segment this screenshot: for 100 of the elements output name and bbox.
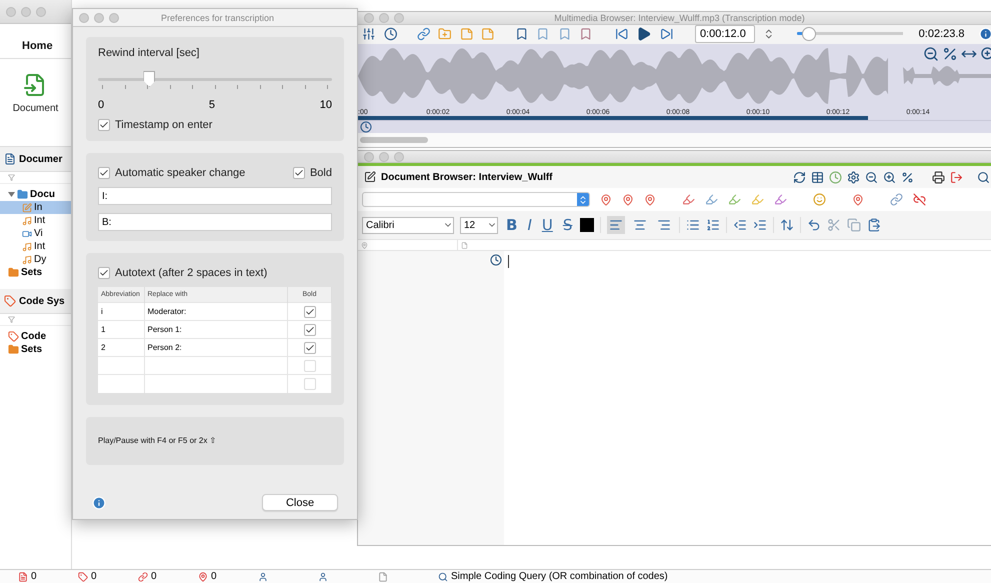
info-icon[interactable] xyxy=(92,496,106,510)
filter-icon[interactable] xyxy=(8,174,15,181)
zoom-in-icon[interactable] xyxy=(980,46,991,62)
indent-icon[interactable] xyxy=(753,218,768,232)
percent-icon[interactable] xyxy=(942,46,958,62)
filter-icon[interactable] xyxy=(8,316,15,323)
link-icon[interactable] xyxy=(416,27,430,42)
clock-icon[interactable] xyxy=(384,27,398,42)
rewind-slider[interactable] xyxy=(98,71,332,91)
tree-item[interactable]: Int xyxy=(0,214,71,227)
folder-icon xyxy=(8,267,19,278)
format-button[interactable]: S xyxy=(560,216,574,234)
tree-item[interactable]: Sets xyxy=(0,343,71,356)
bold-checkbox[interactable] xyxy=(304,360,316,372)
sliders-icon[interactable] xyxy=(362,27,376,42)
tree-item[interactable]: In xyxy=(0,201,71,214)
code-tag-icon xyxy=(4,295,16,307)
font-dropdown[interactable]: Calibri xyxy=(362,216,454,234)
printer-icon[interactable] xyxy=(932,170,945,184)
speaker-field[interactable]: I: xyxy=(98,187,332,205)
checkmark-icon xyxy=(99,120,109,130)
skip-forward-icon[interactable] xyxy=(660,27,674,42)
settings-icon[interactable] xyxy=(847,170,860,184)
bookmark-icon[interactable] xyxy=(514,27,528,42)
tree-item[interactable]: Sets xyxy=(0,266,71,279)
pin-icon[interactable] xyxy=(600,194,612,206)
tree-label: Vi xyxy=(34,228,43,239)
tree-label: Code xyxy=(21,331,46,342)
play-icon[interactable] xyxy=(636,26,652,42)
tree-item[interactable]: Vi xyxy=(0,227,71,240)
autotext-checkbox[interactable]: Autotext (after 2 spaces in text) xyxy=(98,267,332,279)
search-icon[interactable] xyxy=(977,170,990,184)
bullet-list-icon[interactable] xyxy=(686,218,700,232)
pin-icon[interactable] xyxy=(198,572,208,582)
search-icon[interactable] xyxy=(438,572,448,582)
timestamp-checkbox[interactable]: Timestamp on enter xyxy=(98,119,332,131)
expand-triangle-icon[interactable] xyxy=(8,191,15,198)
unlink-icon[interactable] xyxy=(913,193,926,206)
percent-icon[interactable] xyxy=(901,170,914,184)
zoom-out-icon[interactable] xyxy=(865,170,878,184)
highlighter-icon[interactable] xyxy=(682,193,695,206)
table-cell: 1 xyxy=(101,325,106,334)
undo-icon[interactable] xyxy=(807,218,822,232)
info-icon[interactable] xyxy=(978,27,991,42)
bold-checkbox[interactable] xyxy=(304,306,316,318)
format-button[interactable]: I xyxy=(525,216,534,234)
clock-icon[interactable] xyxy=(490,254,502,266)
tree-item[interactable]: Int xyxy=(0,240,71,253)
tree-label: Int xyxy=(34,241,46,252)
refresh-icon[interactable] xyxy=(793,170,806,184)
exit-icon[interactable] xyxy=(950,170,963,184)
numbered-list-icon[interactable] xyxy=(706,218,720,232)
highlighter-icon[interactable] xyxy=(774,193,787,206)
format-button[interactable]: U xyxy=(540,216,555,234)
query-label[interactable]: Simple Coding Query (OR combination of codes) xyxy=(451,571,668,582)
tree-item[interactable]: Docu xyxy=(0,188,71,201)
document-icon[interactable] xyxy=(18,572,28,582)
smiley-icon[interactable] xyxy=(813,193,826,206)
link-icon[interactable] xyxy=(890,193,903,206)
clock-icon[interactable] xyxy=(360,120,372,133)
outdent-icon[interactable] xyxy=(733,218,748,232)
bold-checkbox[interactable] xyxy=(304,342,316,354)
bold-checkbox[interactable]: Bold xyxy=(292,167,332,179)
highlighter-icon[interactable] xyxy=(705,193,718,206)
speaker-field[interactable]: B: xyxy=(98,213,332,231)
paste-icon[interactable] xyxy=(867,218,882,232)
skip-back-icon[interactable] xyxy=(614,27,628,42)
scrollbar-thumb[interactable] xyxy=(360,136,428,143)
format-button[interactable]: B xyxy=(504,216,520,234)
time-field[interactable]: 0:00:12.0 xyxy=(694,25,756,44)
pin-icon[interactable] xyxy=(644,194,656,206)
page-icon[interactable] xyxy=(378,572,388,582)
link-icon[interactable] xyxy=(138,572,148,582)
bold-checkbox[interactable] xyxy=(304,324,316,336)
stepper-icon[interactable] xyxy=(578,194,588,204)
zoom-out-icon[interactable] xyxy=(923,46,939,62)
table-icon[interactable] xyxy=(811,170,824,184)
bold-checkbox[interactable] xyxy=(304,378,316,390)
align-left-button[interactable] xyxy=(607,216,626,234)
speaker-change-checkbox[interactable]: Automatic speaker change xyxy=(98,167,246,179)
folder-icon xyxy=(8,344,19,355)
pin-icon[interactable] xyxy=(622,194,634,206)
status-count: 0 xyxy=(31,571,37,582)
user-icon[interactable] xyxy=(258,572,268,582)
ribbon-tab[interactable]: Home xyxy=(22,40,53,52)
edit-file-icon xyxy=(22,202,32,212)
close-button[interactable]: Close xyxy=(262,494,338,511)
tree-item[interactable]: Code xyxy=(0,330,71,343)
line-spacing-icon[interactable] xyxy=(780,218,794,232)
tree-item[interactable]: Dy xyxy=(0,253,71,266)
text-color-swatch[interactable] xyxy=(580,218,594,232)
zoom-in-icon[interactable] xyxy=(883,170,896,184)
pin-icon[interactable] xyxy=(852,194,864,206)
tag-icon[interactable] xyxy=(78,572,88,582)
scale-label: 5 xyxy=(208,99,215,111)
font-size-dropdown[interactable]: 12 xyxy=(460,216,498,234)
code-select[interactable] xyxy=(362,192,590,207)
bookmark-icon[interactable] xyxy=(579,27,593,42)
user-icon[interactable] xyxy=(318,572,328,582)
document-import-button[interactable]: Document xyxy=(12,73,58,114)
